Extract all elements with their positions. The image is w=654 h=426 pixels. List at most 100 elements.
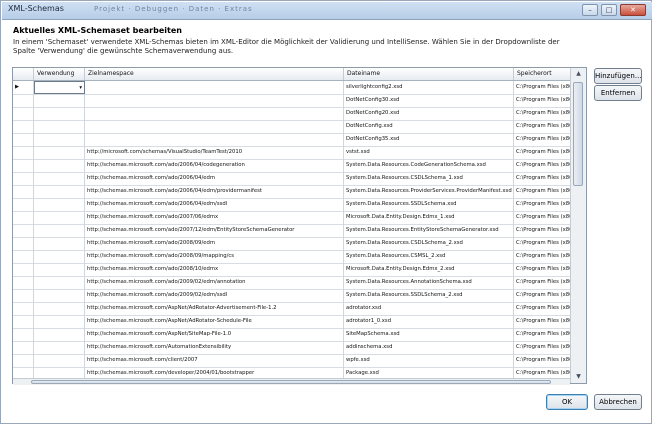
filename-cell[interactable]: System.Data.Resources.ProviderServices.P… (344, 185, 514, 198)
close-button[interactable]: ✕ (620, 4, 646, 16)
table-row[interactable]: http://schemas.microsoft.com/ado/2008/10… (13, 263, 586, 277)
minimize-button[interactable]: – (582, 4, 598, 16)
table-row[interactable]: http://schemas.microsoft.com/ado/2009/02… (13, 276, 586, 290)
namespace-cell[interactable]: http://schemas.microsoft.com/ado/2006/04… (85, 185, 344, 198)
filename-cell[interactable]: DotNetConfig20.xsd (344, 107, 514, 120)
usage-cell[interactable] (34, 237, 85, 250)
filename-cell[interactable]: System.Data.Resources.CSDLSchema_2.xsd (344, 237, 514, 250)
table-row[interactable]: http://schemas.microsoft.com/ado/2006/04… (13, 159, 586, 173)
table-row[interactable]: http://schemas.microsoft.com/ado/2007/12… (13, 224, 586, 238)
maximize-button[interactable]: □ (601, 4, 617, 16)
namespace-cell[interactable] (85, 107, 344, 120)
cancel-button[interactable]: Abbrechen (594, 394, 642, 410)
add-button[interactable]: Hinzufügen... (594, 68, 642, 84)
table-row[interactable]: DotNetConfig20.xsd C:\Program Files (x86)… (13, 107, 586, 121)
filename-cell[interactable]: System.Data.Resources.CSMSL_2.xsd (344, 250, 514, 263)
namespace-cell[interactable] (85, 94, 344, 107)
usage-cell[interactable] (34, 354, 85, 367)
filename-cell[interactable]: adrotator.xsd (344, 302, 514, 315)
usage-cell[interactable] (34, 315, 85, 328)
usage-cell[interactable] (34, 276, 85, 289)
filename-cell[interactable]: DotNetConfig30.xsd (344, 94, 514, 107)
filename-cell[interactable]: Microsoft.Data.Entity.Design.Edmx_1.xsd (344, 211, 514, 224)
filename-cell[interactable]: adrotator1_0.xsd (344, 315, 514, 328)
usage-cell[interactable]: ▾ (34, 81, 85, 94)
namespace-cell[interactable]: http://microsoft.com/schemas/VisualStudi… (85, 146, 344, 159)
usage-cell[interactable] (34, 133, 85, 146)
horizontal-scroll-thumb[interactable] (31, 380, 551, 384)
vertical-scroll-thumb[interactable] (573, 82, 583, 186)
usage-cell[interactable] (34, 289, 85, 302)
namespace-cell[interactable]: http://schemas.microsoft.com/AutomationE… (85, 341, 344, 354)
table-row[interactable]: http://schemas.microsoft.com/ado/2008/09… (13, 250, 586, 264)
filename-cell[interactable]: DotNetConfig35.xsd (344, 133, 514, 146)
filename-cell[interactable]: addinschema.xsd (344, 341, 514, 354)
namespace-cell[interactable] (85, 133, 344, 146)
filename-cell[interactable]: silverlightconfig2.xsd (344, 81, 514, 94)
table-row[interactable]: http://schemas.microsoft.com/ado/2008/09… (13, 237, 586, 251)
vertical-scrollbar[interactable]: ▲ ▼ (570, 68, 586, 383)
scroll-down-arrow-icon[interactable]: ▼ (571, 371, 586, 383)
usage-cell[interactable] (34, 224, 85, 237)
table-row[interactable]: http://schemas.microsoft.com/AutomationE… (13, 341, 586, 355)
filename-cell[interactable]: System.Data.Resources.CodeGenerationSche… (344, 159, 514, 172)
namespace-cell[interactable]: http://schemas.microsoft.com/ado/2008/10… (85, 263, 344, 276)
namespace-cell[interactable]: http://schemas.microsoft.com/ado/2007/12… (85, 224, 344, 237)
filename-cell[interactable]: wpfe.xsd (344, 354, 514, 367)
filename-cell[interactable]: System.Data.Resources.CSDLSchema_1.xsd (344, 172, 514, 185)
ok-button[interactable]: OK (546, 394, 588, 410)
filename-cell[interactable]: System.Data.Resources.EntityStoreSchemaG… (344, 224, 514, 237)
usage-cell[interactable] (34, 172, 85, 185)
namespace-cell[interactable]: http://schemas.microsoft.com/ado/2009/02… (85, 276, 344, 289)
namespace-cell[interactable]: http://schemas.microsoft.com/AspNet/AdRo… (85, 302, 344, 315)
column-header-zielnamespace[interactable]: Zielnamespace (85, 68, 344, 80)
table-row[interactable]: http://schemas.microsoft.com/ado/2009/02… (13, 289, 586, 303)
namespace-cell[interactable]: http://schemas.microsoft.com/AspNet/Site… (85, 328, 344, 341)
filename-cell[interactable]: Microsoft.Data.Entity.Design.Edmx_2.xsd (344, 263, 514, 276)
usage-cell[interactable] (34, 120, 85, 133)
usage-cell[interactable] (34, 341, 85, 354)
usage-cell[interactable] (34, 185, 85, 198)
column-header-dateiname[interactable]: Dateiname (344, 68, 514, 80)
filename-cell[interactable]: DotNetConfig.xsd (344, 120, 514, 133)
table-row[interactable]: http://schemas.microsoft.com/AspNet/Site… (13, 328, 586, 342)
scroll-up-arrow-icon[interactable]: ▲ (571, 68, 586, 80)
usage-cell[interactable] (34, 328, 85, 341)
usage-cell[interactable] (34, 250, 85, 263)
remove-button[interactable]: Entfernen (594, 85, 642, 101)
table-row[interactable]: http://schemas.microsoft.com/AspNet/AdRo… (13, 302, 586, 316)
namespace-cell[interactable]: http://schemas.microsoft.com/client/2007 (85, 354, 344, 367)
namespace-cell[interactable]: http://schemas.microsoft.com/ado/2008/09… (85, 237, 344, 250)
filename-cell[interactable]: System.Data.Resources.AnnotationSchema.x… (344, 276, 514, 289)
table-row[interactable]: http://microsoft.com/schemas/VisualStudi… (13, 146, 586, 160)
dropdown-arrow-icon[interactable]: ▾ (79, 82, 82, 93)
namespace-cell[interactable] (85, 120, 344, 133)
filename-cell[interactable]: SiteMapSchema.xsd (344, 328, 514, 341)
usage-cell[interactable] (34, 159, 85, 172)
schema-grid[interactable]: Verwendung Zielnamespace Dateiname Speic… (12, 67, 587, 384)
table-row[interactable]: DotNetConfig.xsd C:\Program Files (x86)\M… (13, 120, 586, 134)
horizontal-scrollbar[interactable] (13, 378, 570, 385)
column-header-verwendung[interactable]: Verwendung (34, 68, 85, 80)
namespace-cell[interactable]: http://schemas.microsoft.com/ado/2009/02… (85, 289, 344, 302)
namespace-cell[interactable] (85, 81, 344, 94)
table-row[interactable]: ▶ ▾ silverlightconfig2.xsd C:\Program Files… (13, 81, 586, 95)
usage-cell[interactable] (34, 302, 85, 315)
table-row[interactable]: http://schemas.microsoft.com/ado/2007/06… (13, 211, 586, 225)
usage-cell[interactable] (34, 107, 85, 120)
table-row[interactable]: http://schemas.microsoft.com/AspNet/AdRo… (13, 315, 586, 329)
namespace-cell[interactable]: http://schemas.microsoft.com/ado/2006/04… (85, 172, 344, 185)
table-row[interactable]: DotNetConfig30.xsd C:\Program Files (x86)… (13, 94, 586, 108)
namespace-cell[interactable]: http://schemas.microsoft.com/ado/2006/04… (85, 159, 344, 172)
namespace-cell[interactable]: http://schemas.microsoft.com/AspNet/AdRo… (85, 315, 344, 328)
usage-cell[interactable] (34, 146, 85, 159)
filename-cell[interactable]: System.Data.Resources.SSDLSchema_2.xsd (344, 289, 514, 302)
usage-cell[interactable] (34, 263, 85, 276)
namespace-cell[interactable]: http://schemas.microsoft.com/ado/2008/09… (85, 250, 344, 263)
filename-cell[interactable]: System.Data.Resources.SSDLSchema.xsd (344, 198, 514, 211)
table-row[interactable]: http://schemas.microsoft.com/client/2007… (13, 354, 586, 368)
title-bar[interactable]: XML-Schemas Projekt · Debuggen · Daten ·… (2, 2, 652, 20)
filename-cell[interactable]: vstst.xsd (344, 146, 514, 159)
usage-cell[interactable] (34, 211, 85, 224)
table-row[interactable]: DotNetConfig35.xsd C:\Program Files (x86)… (13, 133, 586, 147)
